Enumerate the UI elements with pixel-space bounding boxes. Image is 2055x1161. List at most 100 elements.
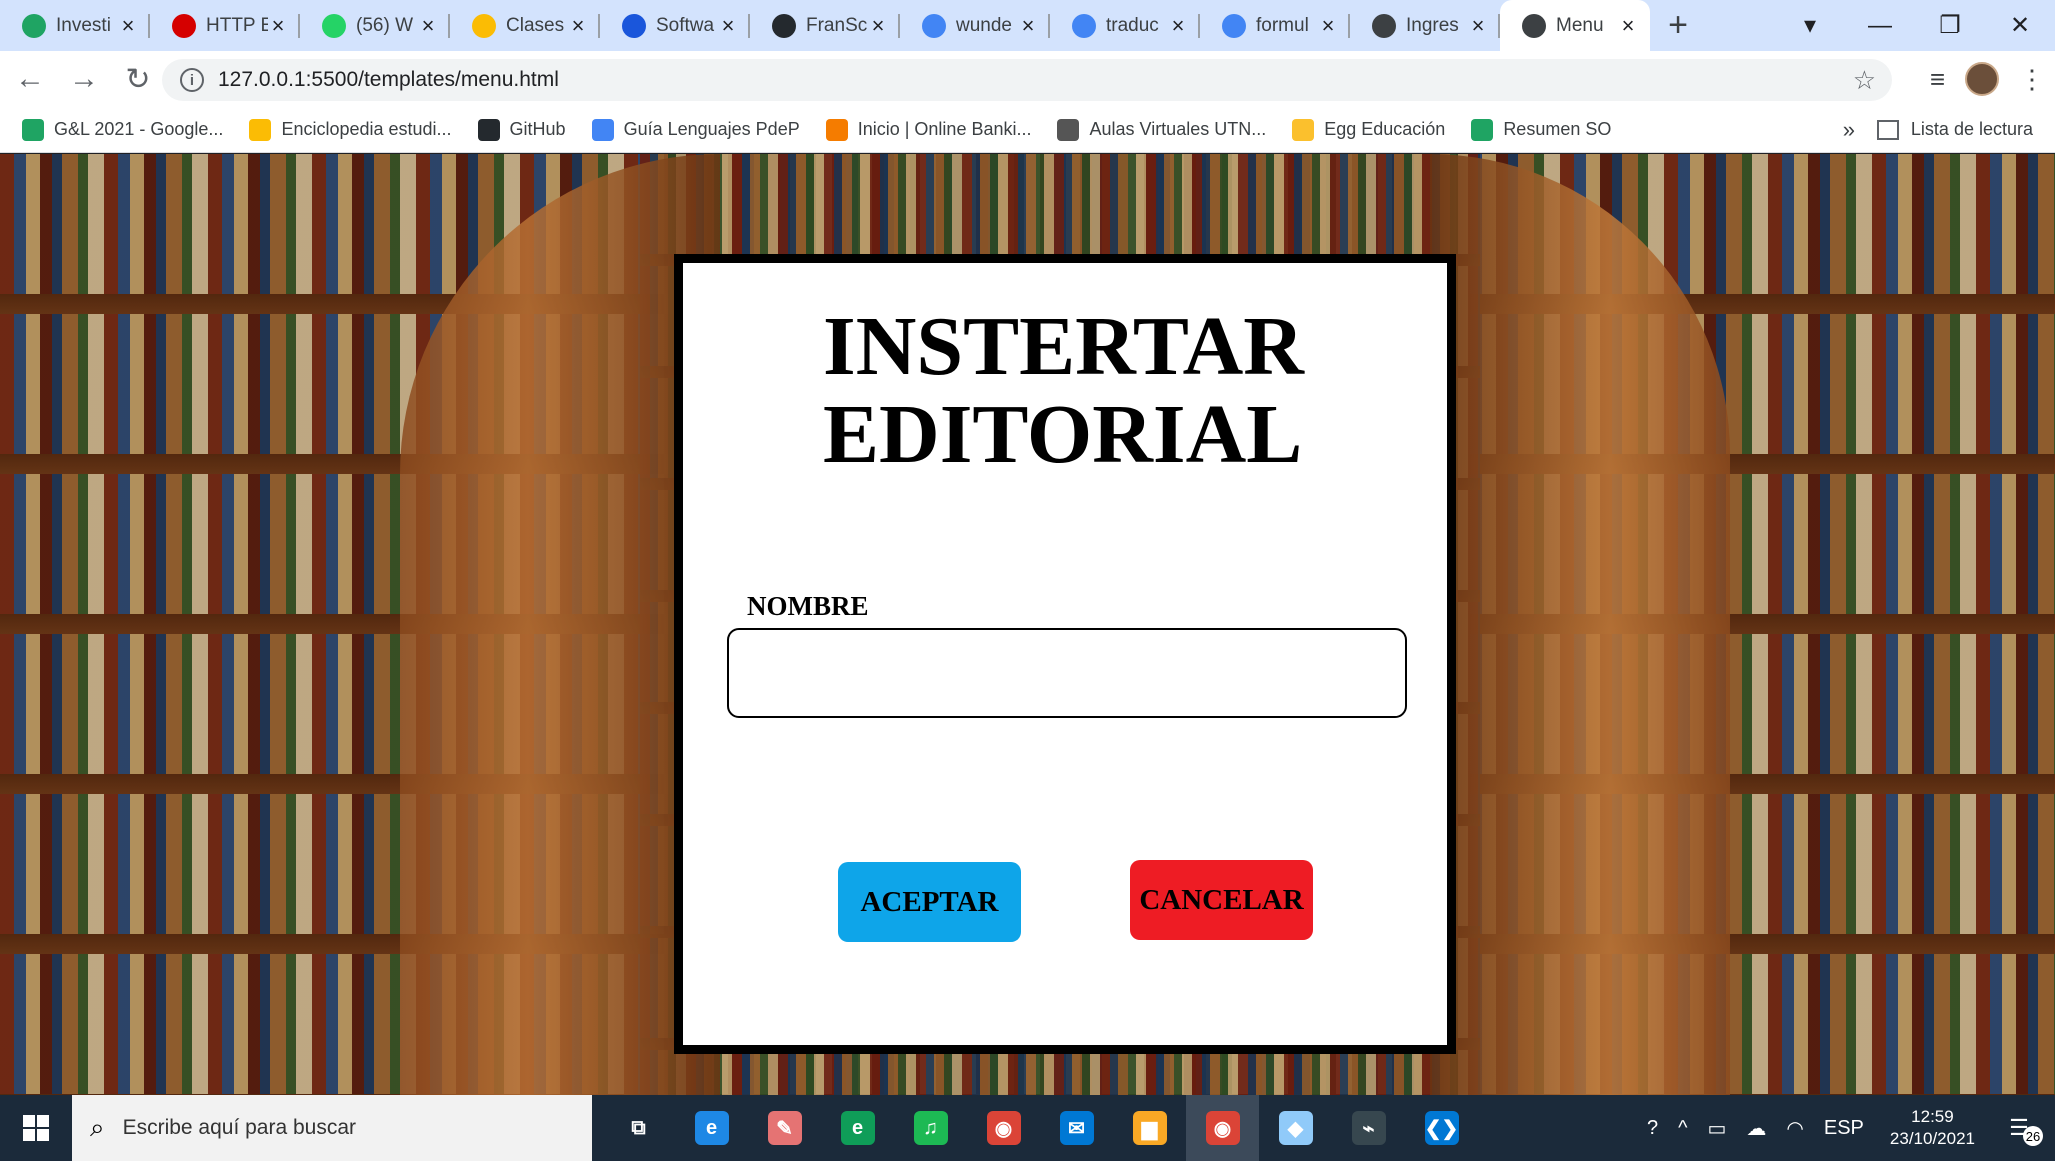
bookmark-item[interactable]: Guía Lenguajes PdeP: [591, 118, 800, 141]
taskbar-app[interactable]: ⌁: [1332, 1095, 1405, 1161]
tab-item[interactable]: Softwa ×: [600, 0, 750, 51]
tab-title: Ingres: [1406, 14, 1459, 36]
bookmark-item[interactable]: Resumen SO: [1471, 118, 1611, 141]
tab-item[interactable]: wunde ×: [900, 0, 1050, 51]
minimize-icon[interactable]: —: [1845, 12, 1915, 40]
language-indicator[interactable]: ESP: [1824, 1117, 1864, 1140]
bookmark-star-icon[interactable]: ☆: [1853, 65, 1876, 96]
tab-item[interactable]: traduc ×: [1050, 0, 1200, 51]
close-tab-icon[interactable]: ×: [868, 13, 888, 39]
restore-icon[interactable]: ❐: [1915, 11, 1985, 40]
taskbar-app[interactable]: ❮❯: [1405, 1095, 1478, 1161]
taskbar-app[interactable]: e: [821, 1095, 894, 1161]
tab-item[interactable]: Ingres ×: [1350, 0, 1500, 51]
close-window-icon[interactable]: ✕: [1985, 11, 2055, 40]
taskbar-app[interactable]: ⧉: [602, 1095, 675, 1161]
docs-icon: [591, 118, 614, 141]
taskbar-app[interactable]: ▆: [1113, 1095, 1186, 1161]
profile-avatar[interactable]: [1965, 62, 1999, 96]
bookmark-item[interactable]: Egg Educación: [1292, 118, 1445, 141]
bank-icon: [825, 118, 848, 141]
tab-title: wunde: [956, 14, 1012, 36]
taskbar-app[interactable]: ✉: [1040, 1095, 1113, 1161]
reading-list-icon: [1876, 119, 1899, 140]
media-control-icon[interactable]: ≡: [1930, 64, 1945, 95]
battery-icon[interactable]: ▭: [1708, 1116, 1727, 1141]
taskbar-search-placeholder[interactable]: Escribe aquí para buscar: [123, 1116, 356, 1140]
bookmark-item[interactable]: GitHub: [477, 118, 566, 141]
tab-search-icon[interactable]: ▾: [1775, 11, 1845, 40]
close-tab-icon[interactable]: ×: [1468, 13, 1488, 39]
tab-title: HTTP E: [206, 14, 268, 36]
spotify-icon: ♫: [913, 1111, 948, 1145]
clock-date: 23/10/2021: [1889, 1129, 1975, 1148]
taskbar-app[interactable]: ✎: [748, 1095, 821, 1161]
new-tab-button[interactable]: +: [1650, 0, 1706, 51]
globe-icon: [1372, 13, 1396, 38]
reading-list-button[interactable]: Lista de lectura: [1876, 119, 2033, 140]
bookmark-item[interactable]: Aulas Virtuales UTN...: [1057, 118, 1266, 141]
taskbar-app[interactable]: e: [675, 1095, 748, 1161]
tab-active[interactable]: Menu ×: [1500, 0, 1650, 51]
tab-item[interactable]: formul ×: [1200, 0, 1350, 51]
tab-title: formul: [1256, 14, 1309, 36]
taskbar-app[interactable]: ◉: [1186, 1095, 1259, 1161]
show-hidden-icons-chevron-icon[interactable]: ^: [1678, 1117, 1687, 1140]
tab-title: (56) W: [356, 14, 413, 36]
utn-icon: [1057, 118, 1080, 141]
bookmark-item[interactable]: Enciclopedia estudi...: [249, 118, 452, 141]
page-content: INSTERTAR EDITORIAL NOMBRE ACEPTAR CANCE…: [0, 154, 2055, 1095]
tab-item[interactable]: (56) W ×: [300, 0, 450, 51]
taskbar-app[interactable]: ♫: [894, 1095, 967, 1161]
form-title: INSTERTAR EDITORIAL: [823, 303, 1343, 479]
cube-app-icon: ◆: [1278, 1111, 1313, 1145]
close-tab-icon[interactable]: ×: [1318, 13, 1338, 39]
menu-kebab-icon[interactable]: ⋮: [2019, 64, 2045, 95]
help-icon[interactable]: ?: [1647, 1117, 1658, 1140]
bookmark-label: Inicio | Online Banki...: [857, 119, 1032, 139]
close-tab-icon[interactable]: ×: [268, 13, 288, 39]
tab-item[interactable]: Investi ×: [0, 0, 150, 51]
bookmark-item[interactable]: G&L 2021 - Google...: [22, 118, 223, 141]
close-tab-icon[interactable]: ×: [1618, 13, 1638, 39]
name-input[interactable]: [727, 628, 1407, 718]
forward-arrow-icon[interactable]: →: [60, 55, 108, 103]
close-tab-icon[interactable]: ×: [1168, 13, 1188, 39]
form-title-line1: INSTERTAR: [823, 300, 1304, 393]
file-explorer-icon: ▆: [1132, 1111, 1167, 1145]
close-tab-icon[interactable]: ×: [718, 13, 738, 39]
address-bar[interactable]: i 127.0.0.1:5500/templates/menu.html ☆: [162, 59, 1892, 101]
accept-button[interactable]: ACEPTAR: [838, 862, 1021, 942]
cancel-button[interactable]: CANCELAR: [1130, 860, 1313, 940]
taskbar-app[interactable]: ◆: [1259, 1095, 1332, 1161]
close-tab-icon[interactable]: ×: [118, 13, 138, 39]
wifi-icon[interactable]: ◠: [1786, 1116, 1803, 1141]
arch-left-decoration: [400, 154, 720, 1095]
tab-item[interactable]: HTTP E ×: [150, 0, 300, 51]
tab-item[interactable]: Clases ×: [450, 0, 600, 51]
bookmarks-overflow-button[interactable]: »: [1843, 117, 1855, 143]
taskbar-search[interactable]: ⌕ Escribe aquí para buscar: [72, 1095, 592, 1161]
close-tab-icon[interactable]: ×: [568, 13, 588, 39]
back-arrow-icon[interactable]: ←: [6, 55, 54, 103]
github-icon: [477, 118, 500, 141]
windows-taskbar: ⌕ Escribe aquí para buscar ⧉ e ✎ e ♫ ◉ ✉ ▆ ◉ ◆ ⌁ ❮❯…: [0, 1095, 2055, 1161]
toolbar-right: ≡ ⋮: [1930, 51, 2045, 107]
bookmark-item[interactable]: Inicio | Online Banki...: [825, 118, 1032, 141]
tab-title: traduc: [1106, 14, 1159, 36]
notification-center-icon[interactable]: ☰ 26: [1999, 1108, 2043, 1148]
taskbar-app[interactable]: ◉: [967, 1095, 1040, 1161]
tab-strip: Investi × HTTP E × (56) W × Clases × Softwa × Fran…: [0, 0, 2055, 51]
site-info-icon[interactable]: i: [180, 68, 204, 92]
sql-tool-icon: ⌁: [1351, 1111, 1386, 1145]
tab-item[interactable]: FranSc ×: [750, 0, 900, 51]
clock[interactable]: 12:59 23/10/2021: [1890, 1106, 1975, 1150]
bookmarks-bar: G&L 2021 - Google... Enciclopedia estudi.…: [0, 107, 2055, 153]
url-text[interactable]: 127.0.0.1:5500/templates/menu.html: [218, 68, 559, 92]
start-button[interactable]: [0, 1095, 72, 1161]
close-tab-icon[interactable]: ×: [1018, 13, 1038, 39]
close-tab-icon[interactable]: ×: [418, 13, 438, 39]
system-tray: ? ^ ▭ ☁ ◠ ESP 12:59 23/10/2021 ☰ 26: [1637, 1095, 2055, 1161]
onedrive-icon[interactable]: ☁: [1746, 1116, 1766, 1141]
reload-icon[interactable]: ↻: [114, 55, 162, 103]
